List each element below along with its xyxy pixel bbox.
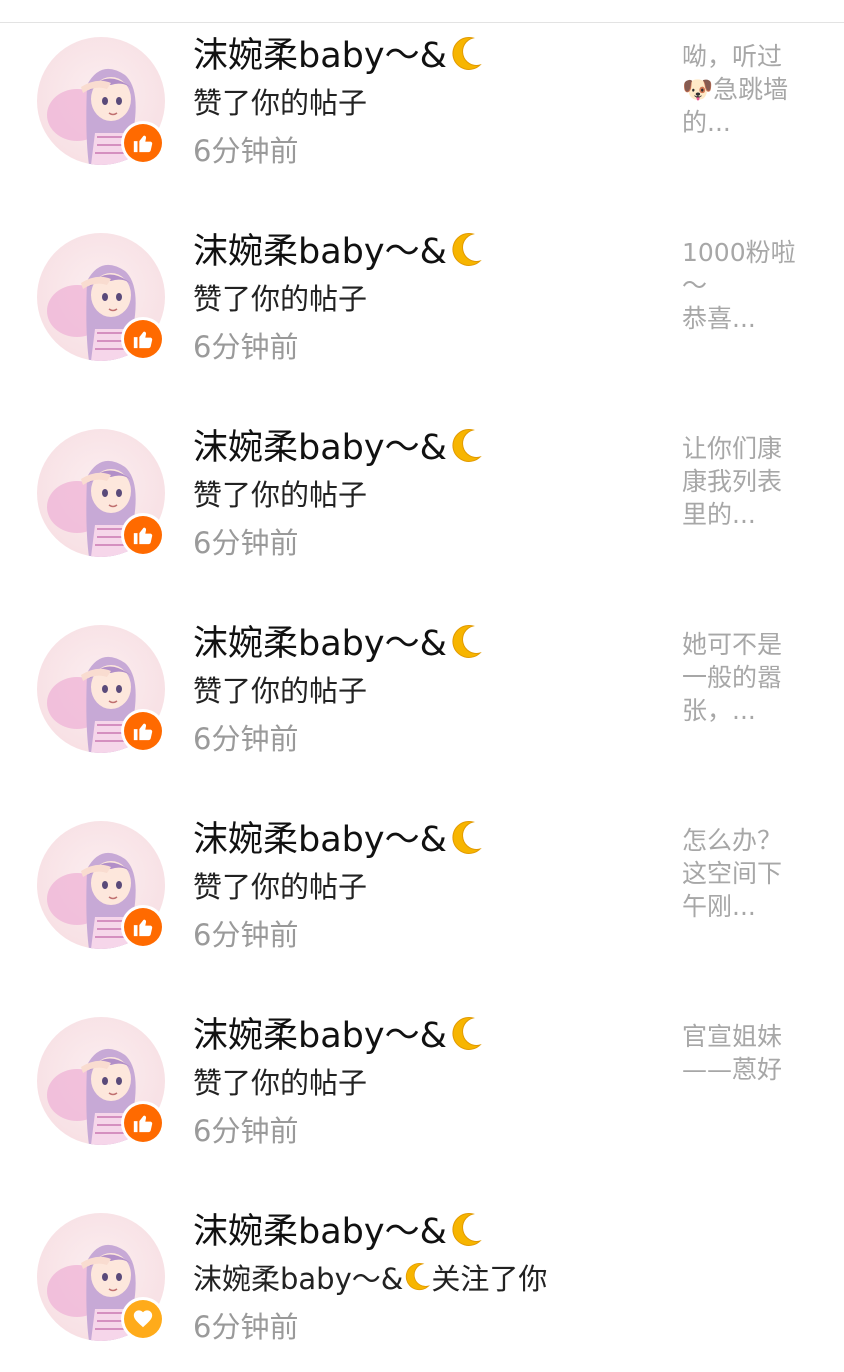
like-badge	[124, 320, 162, 358]
like-badge	[124, 1104, 162, 1142]
crescent-moon-icon	[449, 819, 483, 868]
crescent-moon-icon	[449, 427, 483, 476]
post-preview[interactable]: 官宣姐妹 ——蒽好	[682, 1020, 810, 1086]
notification-item-like[interactable]: 沫婉柔baby～& 赞了你的帖子 6分钟前 呦，听过 🐶急跳墙 的...	[0, 0, 844, 196]
user-name[interactable]: 沫婉柔baby～&	[193, 1014, 483, 1064]
action-text: 赞了你的帖子	[193, 478, 368, 512]
user-name[interactable]: 沫婉柔baby～&	[193, 818, 483, 868]
thumbs-up-icon	[133, 919, 153, 937]
like-badge	[124, 516, 162, 554]
timestamp: 6分钟前	[193, 330, 299, 364]
action-text: 赞了你的帖子	[193, 674, 368, 708]
notification-item-like[interactable]: 沫婉柔baby～& 赞了你的帖子 6分钟前 她可不是 一般的嚣 张，...	[0, 588, 844, 784]
notification-item-like[interactable]: 沫婉柔baby～& 赞了你的帖子 6分钟前 官宣姐妹 ——蒽好	[0, 980, 844, 1176]
notification-item-like[interactable]: 沫婉柔baby～& 赞了你的帖子 6分钟前 让你们康 康我列表 里的...	[0, 392, 844, 588]
timestamp: 6分钟前	[193, 526, 299, 560]
thumbs-up-icon	[133, 1115, 153, 1133]
post-preview[interactable]: 呦，听过 🐶急跳墙 的...	[682, 40, 810, 139]
action-text: 沫婉柔baby～& 关注了你	[193, 1260, 547, 1302]
notification-list: 沫婉柔baby～& 赞了你的帖子 6分钟前 呦，听过 🐶急跳墙 的... 沫婉柔…	[0, 0, 844, 1355]
thumbs-up-icon	[133, 527, 153, 545]
crescent-moon-icon	[449, 231, 483, 280]
like-badge	[124, 712, 162, 750]
follow-badge	[124, 1300, 162, 1338]
notification-item-like[interactable]: 沫婉柔baby～& 赞了你的帖子 6分钟前 怎么办？ 这空间下 午刚...	[0, 784, 844, 980]
action-text: 赞了你的帖子	[193, 1066, 368, 1100]
user-name[interactable]: 沫婉柔baby～&	[193, 1210, 483, 1260]
thumbs-up-icon	[133, 135, 153, 153]
crescent-moon-icon	[449, 623, 483, 672]
timestamp: 6分钟前	[193, 918, 299, 952]
timestamp: 6分钟前	[193, 1310, 299, 1344]
post-preview[interactable]: 她可不是 一般的嚣 张，...	[682, 628, 810, 727]
follow-text: 关注了你	[431, 1262, 548, 1296]
follower-name: 沫婉柔baby～&	[193, 1262, 404, 1296]
action-text: 赞了你的帖子	[193, 870, 368, 904]
timestamp: 6分钟前	[193, 134, 299, 168]
heart-icon	[133, 1310, 153, 1328]
timestamp: 6分钟前	[193, 1114, 299, 1148]
like-badge	[124, 124, 162, 162]
crescent-moon-icon	[449, 1211, 483, 1260]
notification-item-follow[interactable]: 沫婉柔baby～& 沫婉柔baby～& 关注了你 6分钟前	[0, 1176, 844, 1372]
crescent-moon-icon	[449, 1015, 483, 1064]
timestamp: 6分钟前	[193, 722, 299, 756]
user-name[interactable]: 沫婉柔baby～&	[193, 622, 483, 672]
post-preview[interactable]: 1000粉啦 ～ 恭喜...	[682, 236, 810, 335]
user-name[interactable]: 沫婉柔baby～&	[193, 34, 483, 84]
crescent-moon-icon	[449, 35, 483, 84]
thumbs-up-icon	[133, 331, 153, 349]
user-name[interactable]: 沫婉柔baby～&	[193, 230, 483, 280]
action-text: 赞了你的帖子	[193, 86, 368, 120]
action-text: 赞了你的帖子	[193, 282, 368, 316]
post-preview[interactable]: 让你们康 康我列表 里的...	[682, 432, 810, 531]
crescent-moon-icon	[403, 1261, 431, 1302]
post-preview[interactable]: 怎么办？ 这空间下 午刚...	[682, 824, 810, 923]
like-badge	[124, 908, 162, 946]
notification-item-like[interactable]: 沫婉柔baby～& 赞了你的帖子 6分钟前 1000粉啦 ～ 恭喜...	[0, 196, 844, 392]
user-name[interactable]: 沫婉柔baby～&	[193, 426, 483, 476]
thumbs-up-icon	[133, 723, 153, 741]
